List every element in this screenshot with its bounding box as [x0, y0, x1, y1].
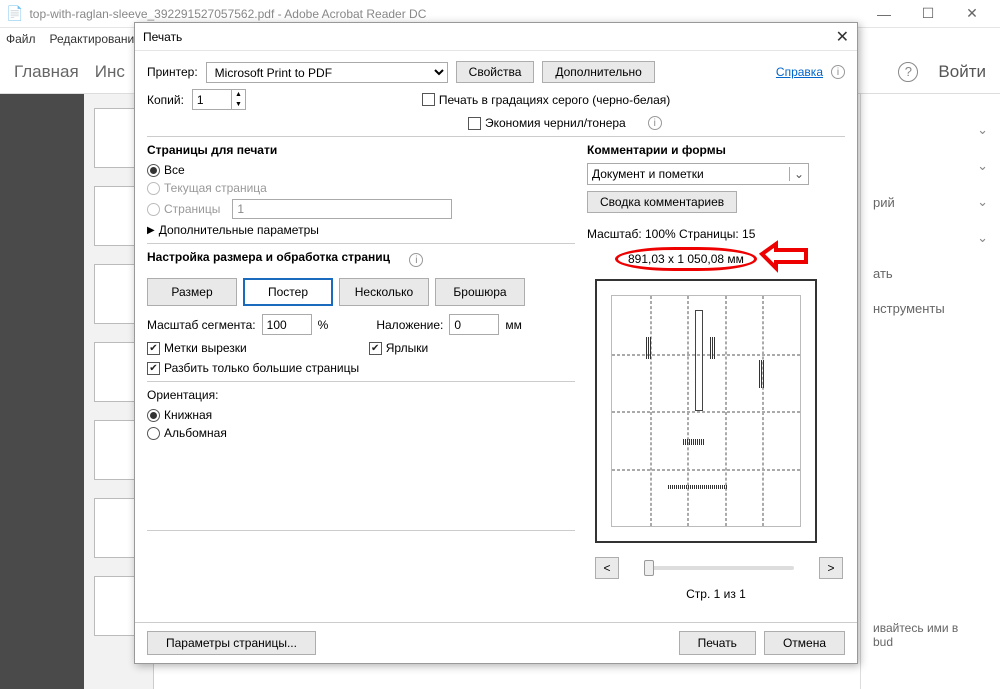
tab-tools[interactable]: Инс: [95, 62, 125, 82]
preview-page-label: Стр. 1 из 1: [587, 587, 845, 601]
tile-scale-label: Масштаб сегмента:: [147, 318, 256, 332]
spinner-up[interactable]: ▲: [232, 90, 245, 100]
chevron-down-icon: ⌄: [977, 158, 988, 174]
preview-next-button[interactable]: >: [819, 557, 843, 579]
tile-scale-input[interactable]: [262, 314, 312, 335]
properties-button[interactable]: Свойства: [456, 61, 535, 83]
more-options-toggle[interactable]: ▶Дополнительные параметры: [147, 223, 575, 237]
size-button[interactable]: Размер: [147, 278, 237, 306]
menu-edit[interactable]: Редактирование: [50, 32, 141, 46]
comments-title: Комментарии и формы: [587, 143, 845, 157]
panel-item[interactable]: ать: [873, 256, 988, 291]
pdf-icon: 📄: [6, 5, 23, 22]
cutmarks-checkbox[interactable]: ✔Метки вырезки: [147, 341, 247, 355]
chevron-down-icon: ⌄: [977, 122, 988, 138]
info-icon[interactable]: i: [409, 253, 423, 267]
window-title: top-with-raglan-sleeve_392291527057562.p…: [29, 7, 426, 21]
booklet-button[interactable]: Брошюра: [435, 278, 525, 306]
right-tools-panel: ⌄ ⌄ рий⌄ ⌄ ать нструменты ивайтесь ими в…: [860, 94, 1000, 689]
chevron-down-icon: ⌄: [977, 194, 988, 210]
comments-combo[interactable]: Документ и пометки⌄: [587, 163, 809, 185]
spinner-down[interactable]: ▼: [232, 100, 245, 110]
radio-all[interactable]: Все: [147, 163, 575, 177]
overlap-input[interactable]: [449, 314, 499, 335]
copies-label: Копий:: [147, 93, 184, 107]
scale-label: Масштаб: 100% Страницы: 15: [587, 227, 845, 241]
cancel-button[interactable]: Отмена: [764, 631, 845, 655]
radio-portrait[interactable]: Книжная: [147, 408, 575, 422]
panel-footer-text: ивайтесь ими в: [873, 621, 988, 635]
radio-current[interactable]: Текущая страница: [147, 181, 575, 195]
printer-select[interactable]: Microsoft Print to PDF: [206, 62, 448, 83]
dialog-title-bar: Печать ✕: [135, 23, 857, 51]
ink-checkbox[interactable]: Экономия чернил/тонера: [468, 116, 626, 130]
info-icon[interactable]: i: [648, 116, 662, 130]
help-small-icon[interactable]: i: [831, 65, 845, 79]
maximize-button[interactable]: ☐: [906, 0, 950, 28]
chevron-down-icon: ⌄: [977, 230, 988, 246]
radio-pages[interactable]: Страницы: [147, 199, 575, 219]
orientation-title: Ориентация:: [147, 388, 575, 402]
help-icon[interactable]: ?: [898, 62, 918, 82]
grayscale-checkbox[interactable]: Печать в градациях серого (черно-белая): [422, 93, 670, 107]
close-dialog-button[interactable]: ✕: [836, 27, 849, 47]
tab-home[interactable]: Главная: [14, 62, 79, 82]
pages-group-title: Страницы для печати: [147, 143, 575, 157]
panel-item[interactable]: ⌄: [873, 148, 988, 184]
advanced-button[interactable]: Дополнительно: [542, 61, 654, 83]
print-preview: [595, 279, 817, 543]
copies-input[interactable]: [192, 89, 232, 110]
panel-footer-text: bud: [873, 635, 988, 649]
panel-item[interactable]: ⌄: [873, 220, 988, 256]
sidebar-left: [0, 94, 84, 689]
help-link[interactable]: Справка: [776, 65, 823, 79]
overlap-label: Наложение:: [376, 318, 443, 332]
print-button[interactable]: Печать: [679, 631, 756, 655]
chevron-down-icon: ⌄: [789, 167, 804, 181]
panel-item[interactable]: ⌄: [873, 112, 988, 148]
size-group-title: Настройка размера и обработка страниц: [147, 250, 390, 264]
labels-checkbox[interactable]: ✔Ярлыки: [369, 341, 429, 355]
printer-label: Принтер:: [147, 65, 198, 79]
close-window-button[interactable]: ✕: [950, 0, 994, 28]
preview-prev-button[interactable]: <: [595, 557, 619, 579]
poster-button[interactable]: Постер: [243, 278, 333, 306]
annotation-arrow-icon: [762, 242, 810, 274]
dialog-title: Печать: [143, 30, 182, 44]
pages-input[interactable]: [232, 199, 452, 219]
minimize-button[interactable]: —: [862, 0, 906, 28]
multiple-button[interactable]: Несколько: [339, 278, 429, 306]
print-dialog: Печать ✕ Принтер: Microsoft Print to PDF…: [134, 22, 858, 664]
split-large-checkbox[interactable]: ✔Разбить только большие страницы: [147, 361, 359, 375]
preview-slider[interactable]: [644, 566, 794, 570]
panel-item[interactable]: рий⌄: [873, 184, 988, 220]
page-dimensions: 891,03 x 1 050,08 мм: [615, 247, 757, 271]
panel-item[interactable]: нструменты: [873, 291, 988, 326]
menu-file[interactable]: Файл: [6, 32, 36, 46]
summarize-comments-button[interactable]: Сводка комментариев: [587, 191, 737, 213]
page-setup-button[interactable]: Параметры страницы...: [147, 631, 316, 655]
radio-landscape[interactable]: Альбомная: [147, 426, 575, 440]
signin-button[interactable]: Войти: [938, 62, 986, 82]
